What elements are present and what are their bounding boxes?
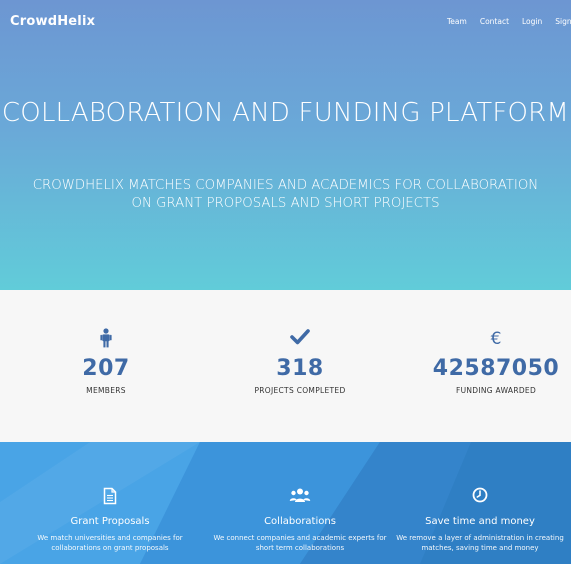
group-icon: [210, 487, 390, 507]
document-icon: [20, 487, 200, 507]
features-section: Grant Proposals We match universities an…: [0, 442, 571, 564]
feature-grant-proposals-title: Grant Proposals: [70, 516, 150, 527]
hero-subtitle-line1: CROWDHELIX MATCHES COMPANIES AND ACADEMI…: [32, 178, 539, 193]
stat-funding-value: 42587050: [432, 356, 560, 381]
stat-projects-label: PROJECTS COMPLETED: [254, 386, 346, 395]
feature-save-time-title: Save time and money: [425, 516, 535, 527]
feature-collaborations: Collaborations We connect companies and …: [210, 487, 390, 553]
feature-save-time: Save time and money We remove a layer of…: [390, 487, 570, 553]
hero-subtitle-line2: ON GRANT PROPOSALS AND SHORT PROJECTS: [131, 196, 440, 211]
feature-grant-proposals: Grant Proposals We match universities an…: [20, 487, 200, 553]
nav-link-login[interactable]: Login: [522, 17, 542, 26]
nav-link-signup[interactable]: Sign-up: [555, 17, 571, 26]
stat-members-value: 207: [82, 356, 130, 381]
nav-link-contact[interactable]: Contact: [480, 17, 509, 26]
feature-grant-proposals-text: We match universities and companies for …: [37, 534, 183, 552]
clock-icon: [390, 487, 570, 507]
hero-section: CrowdHelix Team Contact Login Sign-up CO…: [0, 0, 571, 290]
nav-link-team[interactable]: Team: [447, 17, 467, 26]
feature-collaborations-text: We connect companies and academic expert…: [213, 534, 387, 552]
brand-logo[interactable]: CrowdHelix: [10, 14, 95, 29]
stat-members: 207 MEMBERS: [6, 328, 206, 395]
euro-icon: €: [490, 329, 502, 349]
checkmark-icon: [200, 328, 400, 350]
hero-subtitle: CROWDHELIX MATCHES COMPANIES AND ACADEMI…: [0, 177, 571, 213]
stat-projects-value: 318: [276, 356, 324, 381]
feature-collaborations-title: Collaborations: [264, 516, 336, 527]
stat-funding: € 42587050 FUNDING AWARDED: [396, 328, 571, 395]
stat-members-label: MEMBERS: [86, 386, 126, 395]
top-nav: Team Contact Login Sign-up: [447, 17, 571, 26]
stat-projects: 318 PROJECTS COMPLETED: [200, 328, 400, 395]
stats-section: 207 MEMBERS 318 PROJECTS COMPLETED € 425…: [0, 290, 571, 442]
person-icon: [6, 328, 206, 350]
feature-save-time-text: We remove a layer of administration in c…: [396, 534, 564, 552]
hero-title: COLLABORATION AND FUNDING PLATFORM: [1, 98, 570, 128]
stat-funding-label: FUNDING AWARDED: [455, 386, 537, 395]
